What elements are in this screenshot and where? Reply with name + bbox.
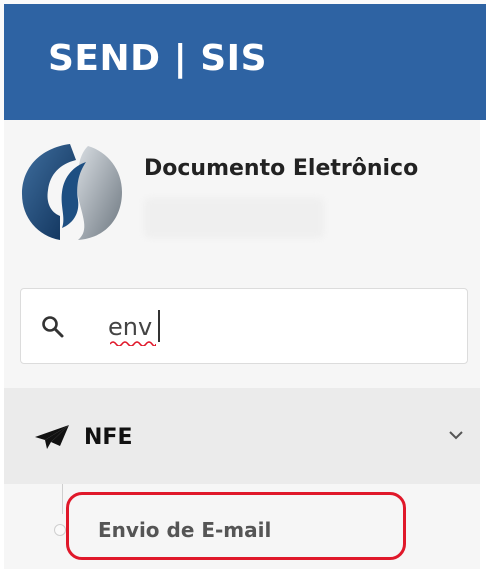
spellcheck-underline bbox=[110, 341, 156, 346]
tree-bullet bbox=[54, 524, 66, 536]
company-logo-icon bbox=[22, 144, 122, 240]
chevron-down-icon[interactable] bbox=[446, 428, 466, 442]
paper-plane-icon bbox=[35, 425, 69, 449]
profile-subtitle-redacted bbox=[144, 198, 324, 238]
submenu-item-label[interactable]: Envio de E-mail bbox=[98, 518, 271, 542]
profile-title: Documento Eletrônico bbox=[144, 156, 419, 181]
menu-item-nfe[interactable] bbox=[4, 388, 480, 484]
sidebar-edge bbox=[480, 120, 486, 569]
menu-item-nfe-label: NFE bbox=[84, 425, 133, 450]
search-icon bbox=[42, 316, 64, 338]
tree-connector bbox=[62, 484, 63, 514]
app-title[interactable]: SEND | SIS bbox=[48, 38, 267, 79]
text-cursor bbox=[158, 310, 160, 342]
